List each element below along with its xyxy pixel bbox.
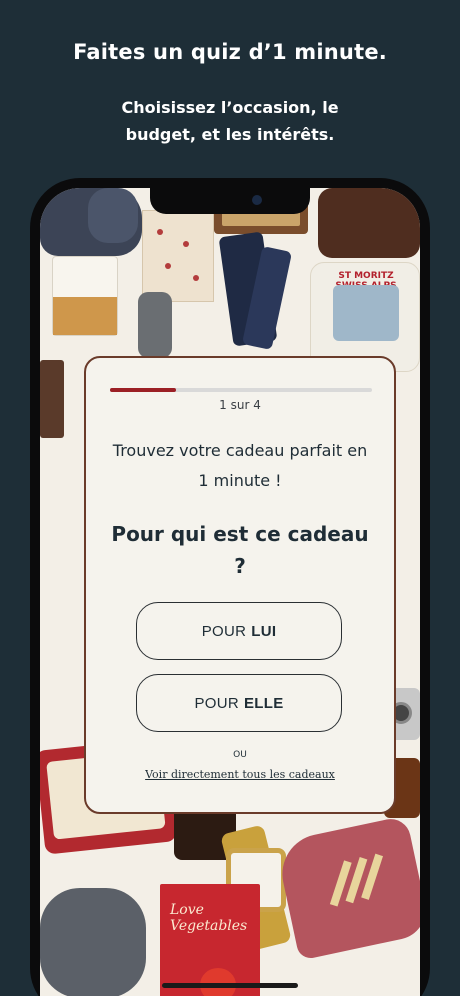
pour-elle-button[interactable]: POUR ELLE: [136, 674, 342, 732]
quiz-step-label: 1 sur 4: [219, 398, 261, 412]
water-bottle-product-image: [138, 292, 172, 358]
phone-frame: ST MORITZ SWISS ALPS Love Vegetables 1 s…: [30, 178, 430, 996]
scarf-product-image: [142, 210, 214, 302]
book-title: Love Vegetables: [170, 902, 248, 934]
app-screen: ST MORITZ SWISS ALPS Love Vegetables 1 s…: [40, 188, 420, 996]
quiz-question: Pour qui est ce cadeau ?: [111, 522, 369, 578]
browse-all-gifts-link[interactable]: Voir directement tous les cadeaux: [86, 768, 394, 781]
leather-bag-product-image: [318, 188, 420, 258]
camera-dot-icon: [252, 195, 262, 205]
boxing-gloves-product-image: [40, 888, 146, 996]
quiz-card: 1 sur 4 Trouvez votre cadeau parfait en …: [84, 356, 396, 814]
choice-prefix: POUR: [201, 622, 247, 640]
slipper-product-image: [88, 188, 138, 243]
promo-headline: Faites un quiz d’1 minute.: [73, 40, 387, 64]
quiz-progress-bar: [110, 388, 372, 392]
choice-label: ELLE: [244, 694, 284, 712]
card-case-product-image: [40, 360, 64, 438]
whisky-glass-product-image: [52, 256, 118, 336]
quiz-progress-fill: [110, 388, 176, 392]
choice-prefix: POUR: [194, 694, 239, 712]
cookbook-product-image: Love Vegetables: [160, 884, 260, 996]
promo-subline: Choisissez l’occasion, le budget, et les…: [121, 98, 339, 144]
phone-notch: [150, 188, 310, 214]
choice-label: LUI: [251, 622, 277, 640]
home-indicator[interactable]: [162, 983, 298, 988]
pour-lui-button[interactable]: POUR LUI: [136, 602, 342, 660]
quiz-intro-text: Trouvez votre cadeau parfait en 1 minute…: [112, 441, 368, 490]
or-separator: OU: [233, 750, 247, 760]
sneaker-product-image: [274, 815, 420, 961]
